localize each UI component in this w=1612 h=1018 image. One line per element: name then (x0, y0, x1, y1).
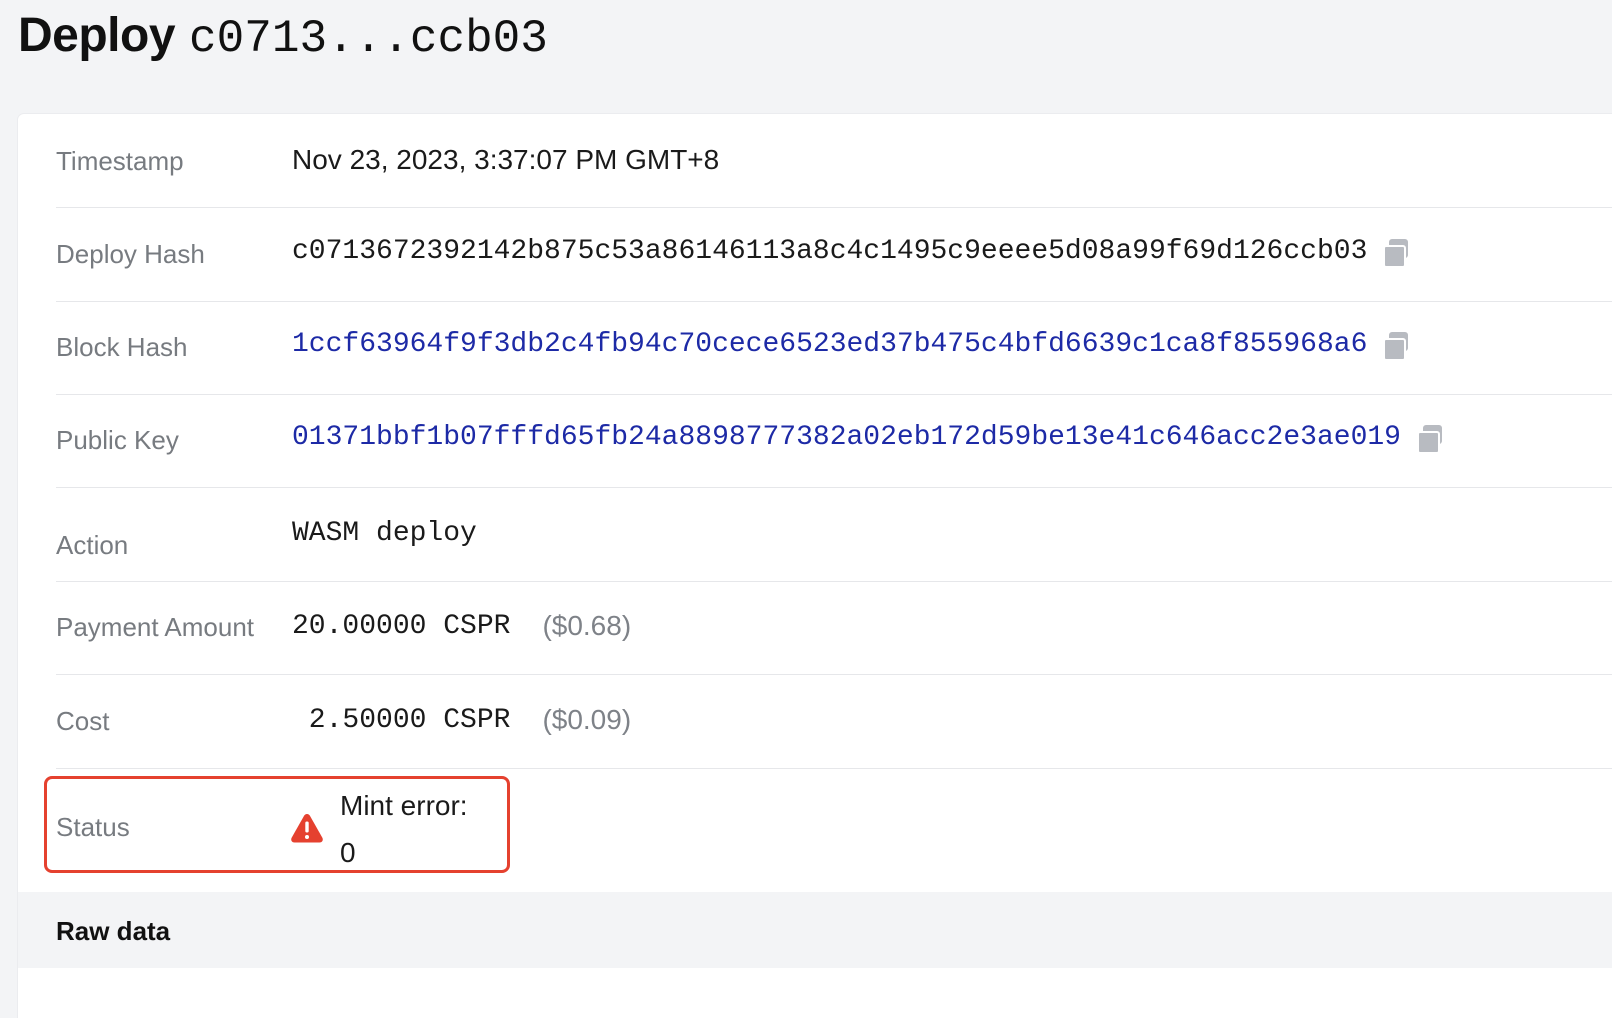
copy-icon[interactable] (1381, 330, 1411, 361)
status-label: Status (56, 812, 130, 842)
row-action: Action WASM deploy (56, 488, 1612, 582)
warning-icon (290, 812, 324, 844)
raw-data-label: Raw data (56, 916, 171, 946)
action-label: Action (56, 530, 129, 560)
deploy-hash-value-group: c0713672392142b875c53a86146113a8c4c1495c… (292, 236, 1411, 268)
copy-icon[interactable] (1415, 423, 1445, 454)
cost-label: Cost (56, 706, 110, 736)
page-title: Deploy c0713...ccb03 (18, 8, 548, 68)
block-hash-link[interactable]: 1ccf63964f9f3db2c4fb94c70cece6523ed37b47… (292, 329, 1367, 360)
row-payment-amount: Payment Amount 20.00000 CSPR ($0.68) (56, 581, 1612, 675)
page-title-hash: c0713...ccb03 (189, 13, 548, 65)
page-title-word: Deploy (18, 9, 176, 62)
status-value: Mint error: 0 (340, 790, 468, 868)
deploy-details-card: Timestamp Nov 23, 2023, 3:37:07 PM GMT+8… (18, 114, 1612, 1018)
raw-data-section[interactable]: Raw data (18, 892, 1612, 968)
payment-amount-label: Payment Amount (56, 612, 254, 642)
row-cost: Cost 2.50000 CSPR ($0.09) (56, 675, 1612, 769)
public-key-value-group: 01371bbf1b07fffd65fb24a8898777382a02eb17… (292, 422, 1445, 454)
action-value: WASM deploy (292, 518, 477, 549)
row-timestamp: Timestamp Nov 23, 2023, 3:37:07 PM GMT+8 (56, 114, 1612, 208)
cost-value-group: 2.50000 CSPR ($0.09) (292, 704, 631, 736)
row-public-key: Public Key 01371bbf1b07fffd65fb24a889877… (56, 394, 1612, 488)
payment-amount-usd: ($0.68) (542, 610, 632, 641)
block-hash-label: Block Hash (56, 332, 188, 362)
payment-amount-value-group: 20.00000 CSPR ($0.68) (292, 610, 631, 642)
deploy-hash-value: c0713672392142b875c53a86146113a8c4c1495c… (292, 236, 1368, 267)
row-deploy-hash: Deploy Hash c0713672392142b875c53a861461… (56, 208, 1612, 302)
payment-amount-value: 20.00000 CSPR (292, 610, 511, 642)
timestamp-value: Nov 23, 2023, 3:37:07 PM GMT+8 (292, 144, 720, 175)
copy-icon[interactable] (1381, 237, 1411, 268)
cost-usd: ($0.09) (542, 704, 632, 735)
row-block-hash: Block Hash 1ccf63964f9f3db2c4fb94c70cece… (56, 301, 1612, 395)
public-key-link[interactable]: 01371bbf1b07fffd65fb24a8898777382a02eb17… (292, 422, 1401, 453)
public-key-label: Public Key (56, 425, 179, 455)
timestamp-label: Timestamp (56, 146, 184, 176)
cost-value: 2.50000 CSPR (292, 704, 511, 736)
block-hash-value-group: 1ccf63964f9f3db2c4fb94c70cece6523ed37b47… (292, 329, 1411, 361)
deploy-hash-label: Deploy Hash (56, 239, 205, 269)
